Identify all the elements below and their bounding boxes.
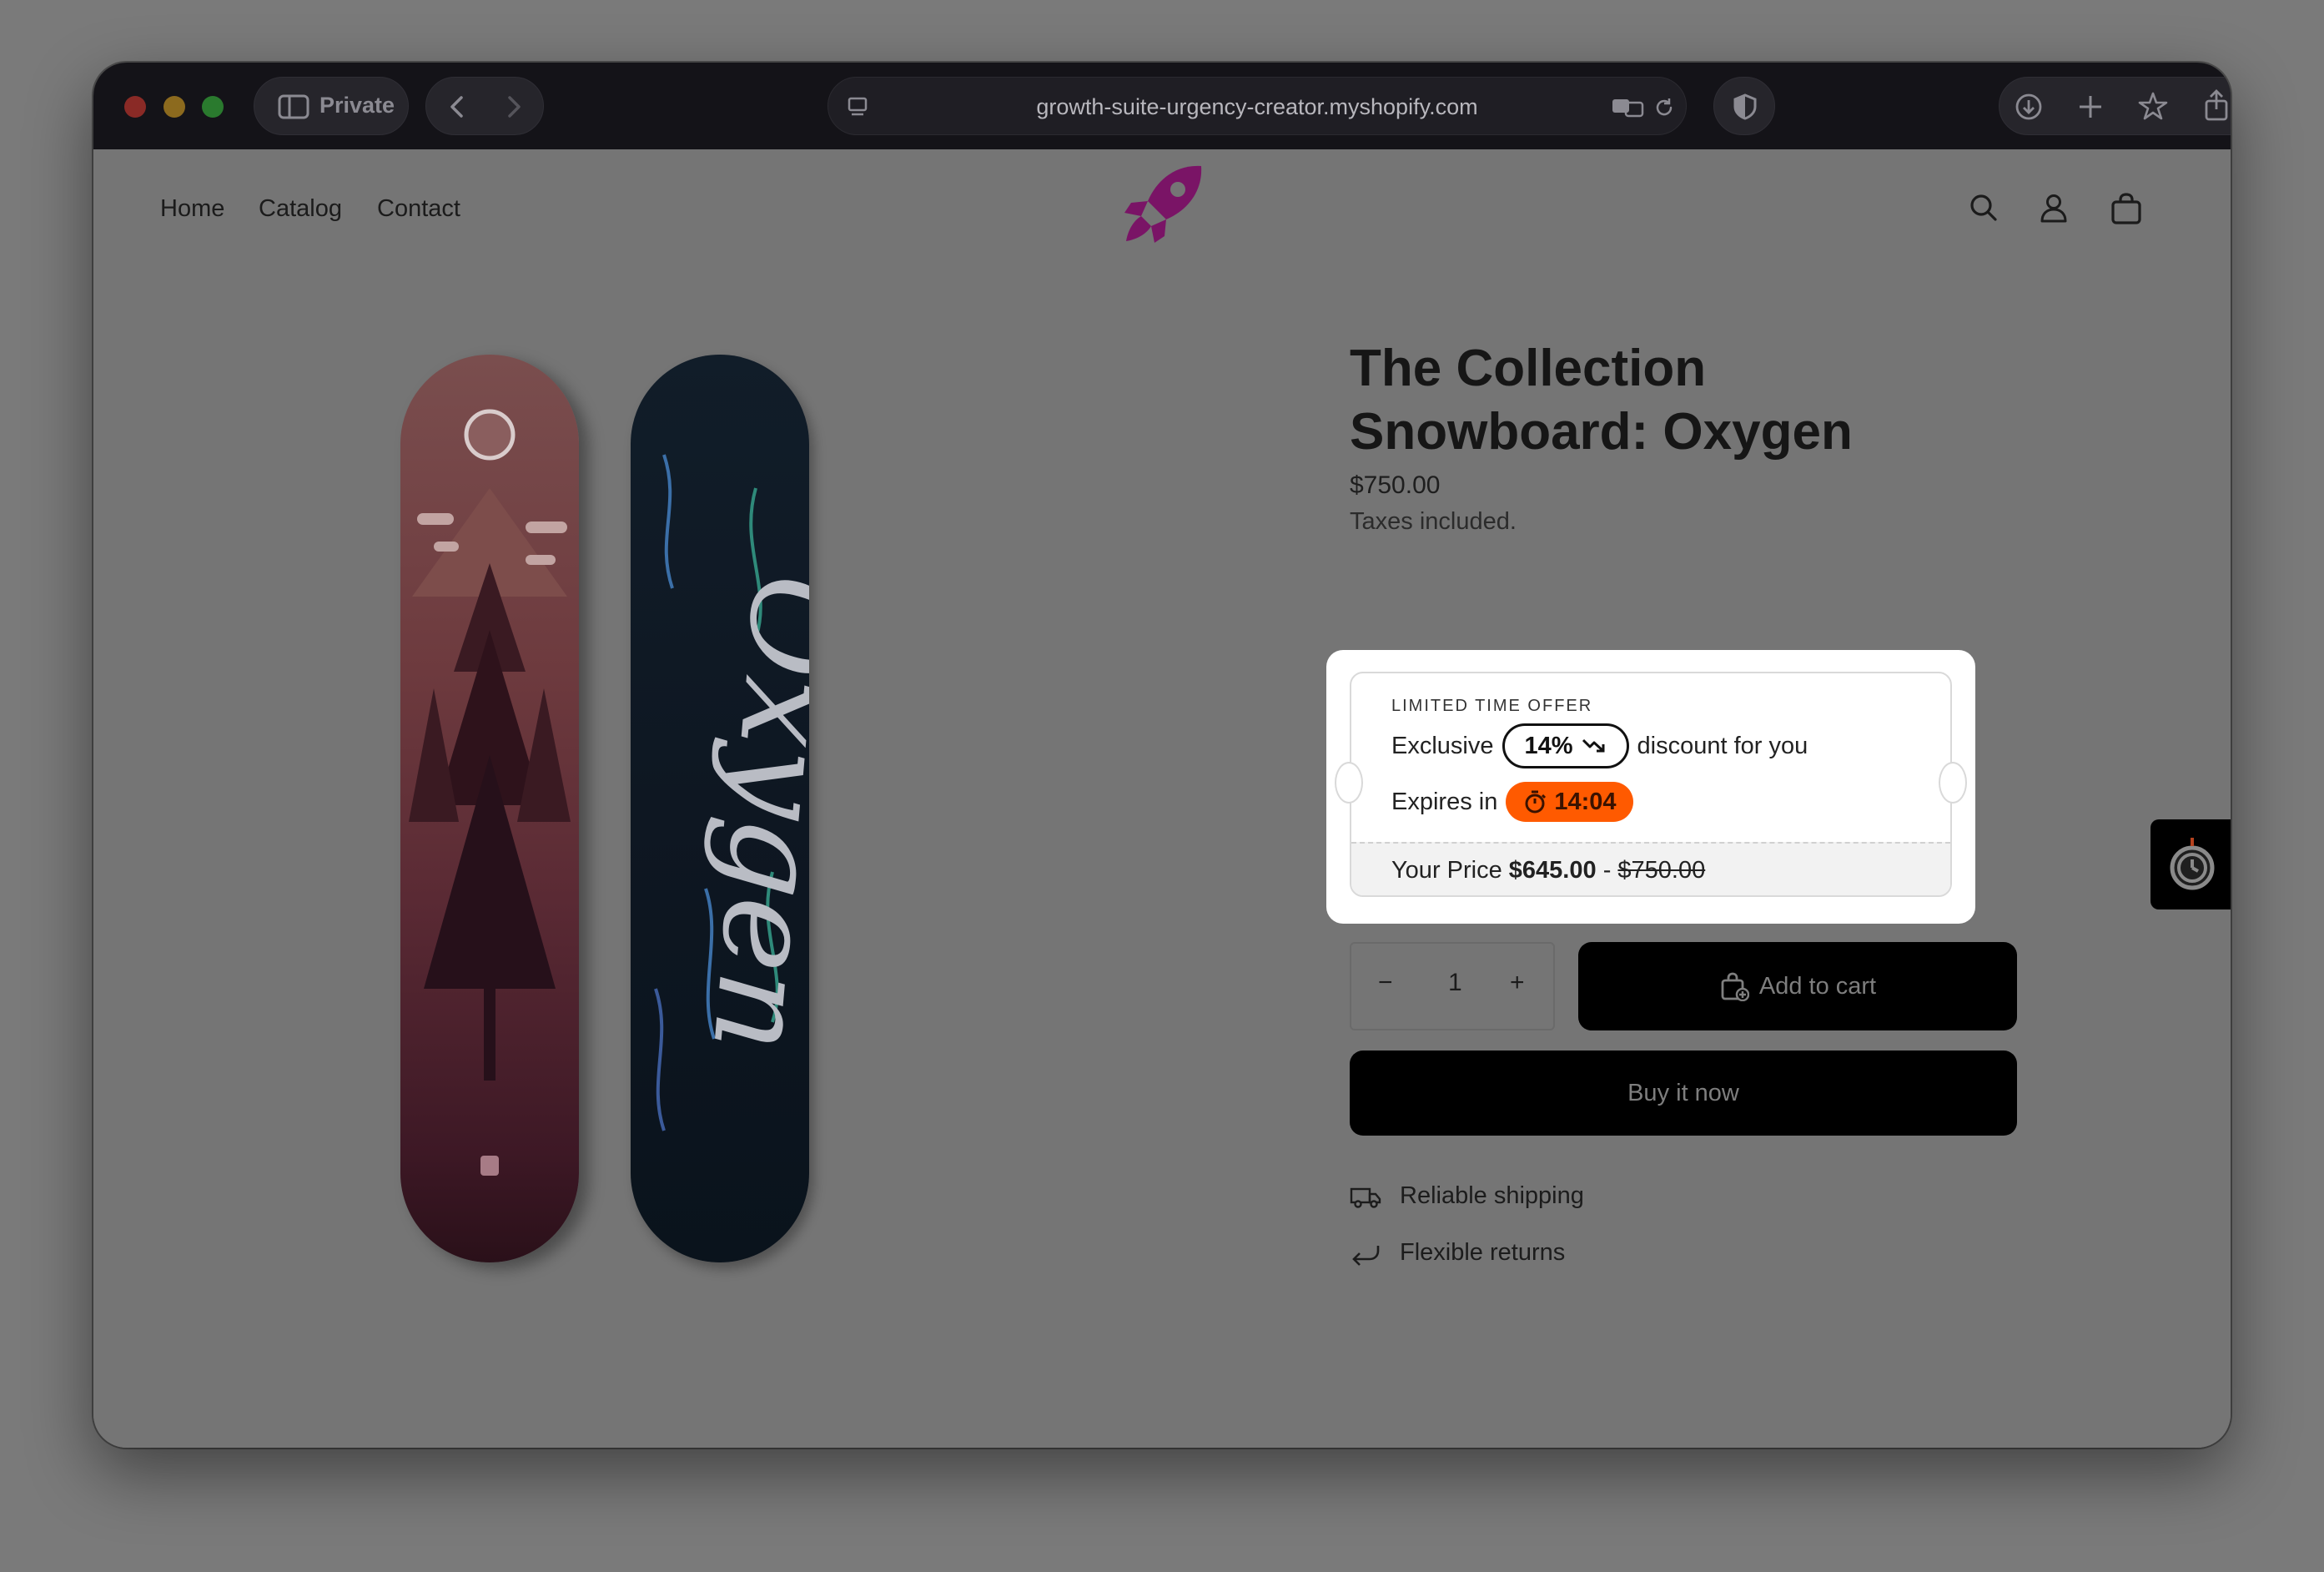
private-label: Private: [319, 93, 395, 118]
board-back-graphic: Oxygen: [654, 454, 809, 1131]
translate-icon[interactable]: [1611, 96, 1644, 119]
nav-catalog[interactable]: Catalog: [259, 195, 342, 223]
quantity-value[interactable]: 1: [1448, 969, 1462, 997]
countdown-side-widget[interactable]: [2150, 819, 2231, 909]
reload-icon[interactable]: [1652, 96, 1676, 119]
shield-icon: [1733, 93, 1757, 120]
quantity-decrease-button[interactable]: −: [1378, 969, 1393, 997]
add-to-cart-label: Add to cart: [1758, 972, 1877, 1000]
feature-shipping: Reliable shipping: [1350, 1182, 1584, 1210]
sidebar-private-toggle[interactable]: Private: [254, 77, 409, 135]
expires-label: Expires in: [1391, 788, 1498, 815]
discount-badge: 14%: [1502, 723, 1629, 768]
quantity-increase-button[interactable]: +: [1510, 969, 1525, 997]
share-icon[interactable]: [2203, 89, 2230, 121]
account-icon[interactable]: [2037, 191, 2070, 224]
feature-returns: Flexible returns: [1350, 1239, 1565, 1267]
url-text: growth-suite-urgency-creator.myshopify.c…: [1036, 94, 1478, 119]
buy-now-button[interactable]: Buy it now: [1350, 1051, 2017, 1136]
buy-now-label: Buy it now: [1627, 1079, 1739, 1106]
offer-ticket: LIMITED TIME OFFER Exclusive 14% discoun…: [1350, 672, 1952, 897]
forest-graphic: [409, 409, 571, 1176]
ticket-notch-left: [1335, 762, 1363, 804]
bookmark-star-icon[interactable]: [2138, 91, 2168, 121]
close-window-button[interactable]: [124, 96, 146, 118]
product-title: The Collection Snowboard: Oxygen: [1350, 340, 1853, 461]
forward-icon[interactable]: [501, 94, 526, 119]
original-price: $750.00: [1617, 857, 1706, 884]
truck-icon: [1350, 1187, 1381, 1208]
search-icon[interactable]: [1967, 191, 2000, 224]
nav-contact[interactable]: Contact: [377, 195, 460, 223]
offer-expiry-row: Expires in 14:04: [1391, 782, 1633, 822]
timer-value: 14:04: [1554, 788, 1617, 815]
quantity-stepper: − 1 +: [1350, 942, 1555, 1030]
address-bar[interactable]: growth-suite-urgency-creator.myshopify.c…: [827, 77, 1687, 135]
browser-toolbar: Private growth-suite-urgency-creator.mys…: [93, 63, 2231, 149]
offer-discount-row: Exclusive 14% discount for you: [1391, 723, 1808, 768]
feature-returns-label: Flexible returns: [1400, 1239, 1566, 1266]
ticket-notch-right: [1939, 762, 1967, 804]
your-price-row: Your Price $645.00 - $750.00: [1351, 842, 1950, 895]
new-tab-icon[interactable]: [2076, 93, 2105, 121]
stopwatch-icon: [1525, 790, 1547, 814]
stopwatch-widget-icon: [2170, 838, 2215, 890]
cart-icon[interactable]: [2109, 191, 2144, 226]
your-price-label: Your Price: [1391, 857, 1502, 884]
minimize-window-button[interactable]: [163, 96, 185, 118]
offer-suffix: discount for you: [1637, 732, 1808, 759]
browser-actions-group: [1999, 77, 2231, 135]
back-icon[interactable]: [445, 94, 470, 119]
add-to-cart-bag-icon: [1721, 972, 1749, 1001]
history-nav-group: [425, 77, 544, 135]
nav-home[interactable]: Home: [160, 195, 224, 223]
sidebar-icon: [278, 94, 309, 119]
product-price: $750.00: [1350, 471, 1441, 499]
price-separator: -: [1602, 857, 1612, 884]
board-script-text: Oxygen: [684, 569, 809, 1059]
offer-label: LIMITED TIME OFFER: [1391, 697, 1593, 715]
product-image-board-back[interactable]: Oxygen: [631, 355, 809, 1262]
store-page: Home Catalog Contact Oxygen The Collecti…: [93, 149, 2231, 1448]
limited-offer-widget: LIMITED TIME OFFER Exclusive 14% discoun…: [1326, 650, 1975, 924]
offer-prefix: Exclusive: [1391, 732, 1494, 759]
discounted-price: $645.00: [1508, 857, 1597, 884]
store-logo-rocket-icon[interactable]: [1119, 161, 1206, 248]
trend-down-icon: [1582, 738, 1605, 753]
feature-shipping-label: Reliable shipping: [1400, 1182, 1584, 1209]
download-icon[interactable]: [2015, 93, 2043, 121]
discount-value: 14%: [1524, 732, 1573, 759]
shield-button[interactable]: [1713, 77, 1775, 135]
add-to-cart-button[interactable]: Add to cart: [1578, 942, 2017, 1030]
countdown-timer: 14:04: [1506, 782, 1633, 822]
tax-note: Taxes included.: [1350, 508, 1517, 535]
browser-window: Private growth-suite-urgency-creator.mys…: [93, 63, 2231, 1448]
product-image-board-front[interactable]: [400, 355, 579, 1262]
return-arrow-icon: [1352, 1245, 1380, 1266]
zoom-window-button[interactable]: [202, 96, 224, 118]
